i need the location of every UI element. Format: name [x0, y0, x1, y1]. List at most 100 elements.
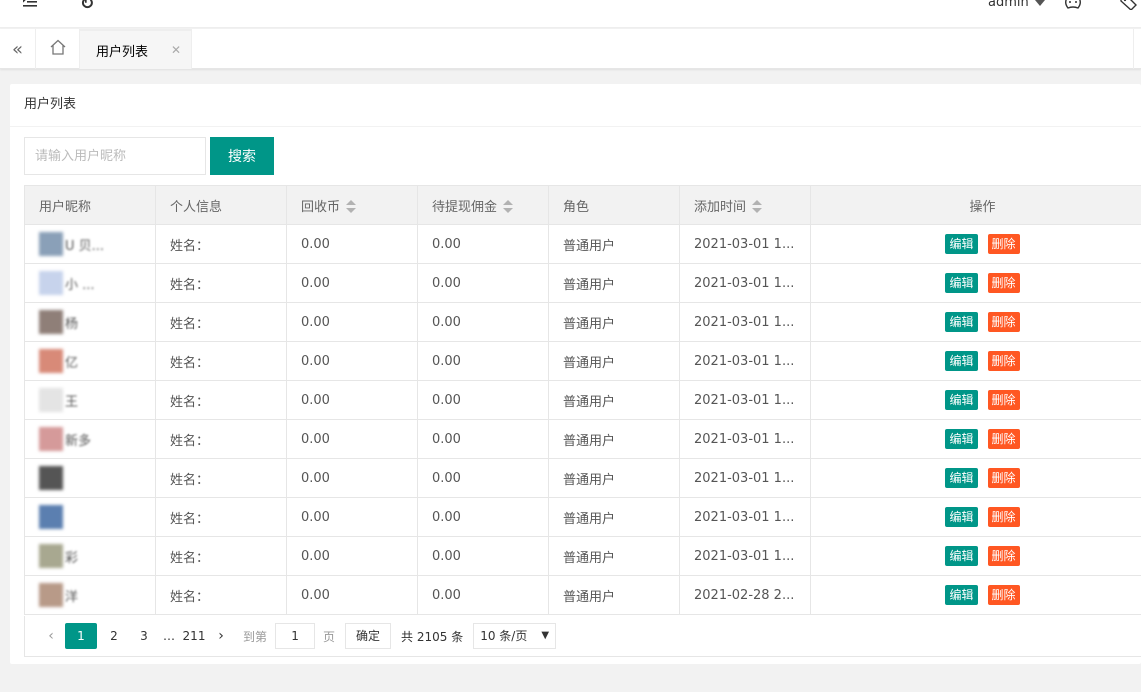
edit-button[interactable]: 编辑: [945, 585, 978, 605]
sort-icon[interactable]: [503, 200, 514, 214]
goto-label: 到第: [243, 629, 268, 644]
nickname-cell: 亿: [24, 341, 156, 381]
added-time-cell: 2021-03-01 1...: [679, 302, 811, 342]
avatar: [39, 505, 63, 529]
delete-button[interactable]: 删除: [987, 585, 1020, 605]
column-header-label: 角色: [563, 199, 590, 215]
goto-confirm-button[interactable]: 确定: [345, 623, 392, 649]
page-size-select[interactable]: 10 条/页 ▼: [473, 623, 557, 649]
nickname-search-input[interactable]: [24, 137, 206, 175]
nickname: 杨: [65, 316, 79, 332]
table-row: U 贝... 姓名： 0.00 0.00 普通用户 2021-03-01 1... 编辑 删除: [24, 224, 1141, 264]
table-row: 杨姓名： 0.00 0.00 普通用户 2021-03-01 1... 编辑 删除: [24, 302, 1141, 342]
table-row: 王姓名： 0.00 0.00 普通用户 2021-03-01 1... 编辑 删除: [24, 380, 1141, 420]
commission-cell: 0.00: [417, 497, 549, 537]
nickname-cell: [24, 458, 156, 498]
coins-cell: 0.00: [286, 536, 418, 576]
info-cell: 姓名：: [155, 536, 287, 576]
coins-cell: 0.00: [286, 575, 418, 615]
commission-cell: 0.00: [417, 302, 549, 342]
column-header-label: 回收币: [301, 199, 341, 215]
actions-cell: 编辑 删除: [810, 380, 1141, 420]
info-cell: 姓名：: [155, 575, 287, 615]
nickname: U 贝...: [65, 238, 105, 254]
edit-button[interactable]: 编辑: [945, 390, 978, 410]
coins-cell: 0.00: [286, 224, 418, 264]
edit-button[interactable]: 编辑: [945, 312, 978, 332]
tab-scroll-left-icon[interactable]: «: [0, 29, 36, 69]
prev-page-icon[interactable]: ‹: [39, 628, 63, 644]
delete-button[interactable]: 删除: [987, 390, 1020, 410]
info-cell: 姓名：: [155, 497, 287, 537]
avatar: [39, 427, 63, 451]
role-cell: 普通用户: [548, 341, 680, 381]
tab-user-list[interactable]: 用户列表 ✕: [80, 29, 192, 69]
delete-button[interactable]: 删除: [987, 507, 1020, 527]
edit-button[interactable]: 编辑: [945, 507, 978, 527]
commission-cell: 0.00: [417, 575, 549, 615]
table-header-row: 用户昵称 个人信息 回收币 待提现佣金 角色 添加时间 操作: [24, 185, 1141, 225]
sort-icon[interactable]: [346, 200, 357, 214]
table-body: U 贝... 姓名： 0.00 0.00 普通用户 2021-03-01 1... 编辑 删除…: [24, 224, 1141, 615]
avatar: [39, 466, 63, 490]
actions-cell: 编辑 删除: [810, 536, 1141, 576]
added-time-cell: 2021-03-01 1...: [679, 224, 811, 264]
delete-button[interactable]: 删除: [987, 546, 1020, 566]
nickname: 新多: [65, 433, 92, 449]
delete-button[interactable]: 删除: [987, 468, 1020, 488]
user-list-card: 用户列表 搜索 用户昵称 个人信息 回收币 待提现佣金 角色 添加时间 操作 U 贝... 姓…: [10, 84, 1141, 664]
column-header[interactable]: 待提现佣金: [417, 185, 549, 225]
column-header[interactable]: 添加时间: [679, 185, 811, 225]
nickname: 彩: [65, 550, 79, 566]
page-3[interactable]: 3: [131, 623, 157, 649]
goto-page-input[interactable]: 1: [275, 623, 316, 649]
added-time-cell: 2021-03-01 1...: [679, 536, 811, 576]
delete-button[interactable]: 删除: [987, 234, 1020, 254]
column-header-label: 添加时间: [694, 199, 747, 215]
role-cell: 普通用户: [548, 497, 680, 537]
delete-button[interactable]: 删除: [987, 273, 1020, 293]
edit-button[interactable]: 编辑: [945, 468, 978, 488]
theme-palette-icon[interactable]: [1064, 0, 1082, 14]
actions-cell: 编辑 删除: [810, 575, 1141, 615]
delete-button[interactable]: 删除: [987, 312, 1020, 332]
page-1[interactable]: 1: [65, 623, 97, 649]
delete-button[interactable]: 删除: [987, 429, 1020, 449]
nickname-cell: 杨: [24, 302, 156, 342]
edit-button[interactable]: 编辑: [945, 273, 978, 293]
nickname-cell: 洋: [24, 575, 156, 615]
edit-button[interactable]: 编辑: [945, 351, 978, 371]
edit-button[interactable]: 编辑: [945, 429, 978, 449]
home-tab[interactable]: [36, 29, 80, 69]
tab-scroll-right[interactable]: [1133, 29, 1141, 69]
nickname: 亿: [65, 355, 79, 371]
tag-icon[interactable]: [1120, 0, 1138, 14]
delete-button[interactable]: 删除: [987, 351, 1020, 371]
page-2[interactable]: 2: [101, 623, 127, 649]
table-row: 姓名： 0.00 0.00 普通用户 2021-03-01 1... 编辑 删除: [24, 497, 1141, 537]
column-header-label: 个人信息: [170, 199, 223, 215]
page-last[interactable]: 211: [181, 623, 207, 649]
dropdown-arrow-icon: ▼: [541, 630, 550, 641]
sort-icon[interactable]: [752, 200, 763, 214]
added-time-cell: 2021-03-01 1...: [679, 458, 811, 498]
info-cell: 姓名：: [155, 263, 287, 303]
table-row: 洋姓名： 0.00 0.00 普通用户 2021-02-28 2... 编辑 删除: [24, 575, 1141, 615]
close-icon[interactable]: ✕: [171, 43, 181, 57]
edit-button[interactable]: 编辑: [945, 546, 978, 566]
user-menu[interactable]: admin: [988, 0, 1045, 10]
page-unit-label: 页: [323, 629, 336, 644]
next-page-icon[interactable]: ›: [209, 628, 233, 644]
column-header[interactable]: 回收币: [286, 185, 418, 225]
refresh-icon[interactable]: ↻: [80, 0, 94, 14]
edit-button[interactable]: 编辑: [945, 234, 978, 254]
column-header-label: 待提现佣金: [432, 199, 498, 215]
avatar: [39, 388, 63, 412]
menu-fold-icon[interactable]: [22, 0, 38, 13]
added-time-cell: 2021-03-01 1...: [679, 341, 811, 381]
page-size-value: 10 条/页: [480, 629, 528, 643]
avatar: [39, 349, 63, 373]
search-button[interactable]: 搜索: [210, 137, 274, 175]
actions-cell: 编辑 删除: [810, 341, 1141, 381]
role-cell: 普通用户: [548, 575, 680, 615]
